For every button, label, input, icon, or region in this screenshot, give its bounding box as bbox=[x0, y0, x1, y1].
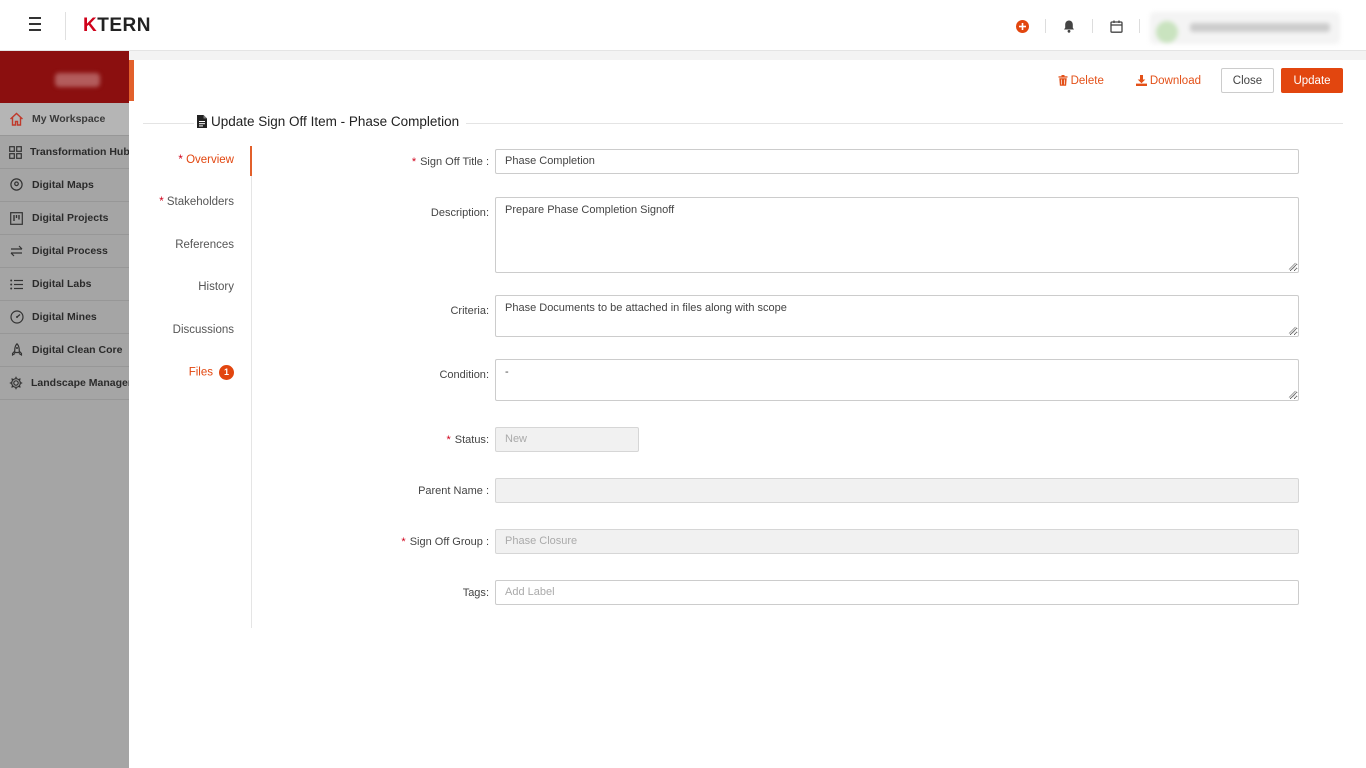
tab-files[interactable]: Files 1 bbox=[189, 365, 234, 380]
grid-icon bbox=[9, 145, 22, 160]
sidebar-item-landscape-management[interactable]: Landscape Management bbox=[0, 367, 129, 400]
sidebar-item-digital-mines[interactable]: Digital Mines bbox=[0, 301, 129, 334]
download-button[interactable]: Download bbox=[1135, 75, 1201, 87]
sidebar-item-digital-process[interactable]: Digital Process bbox=[0, 235, 129, 268]
parent-name-label: Parent Name : bbox=[418, 485, 489, 497]
trash-icon bbox=[1058, 75, 1068, 86]
sidebar-item-digital-maps[interactable]: Digital Maps bbox=[0, 169, 129, 202]
status-label: * Status: bbox=[446, 434, 489, 446]
delete-button[interactable]: Delete bbox=[1058, 75, 1104, 87]
close-button[interactable]: Close bbox=[1221, 68, 1274, 93]
arrows-swap-icon bbox=[9, 244, 24, 259]
top-divider bbox=[65, 12, 66, 40]
tags-input[interactable]: Add Label bbox=[495, 580, 1299, 605]
tab-stakeholders[interactable]: * Stakeholders bbox=[159, 196, 234, 208]
tab-history[interactable]: History bbox=[198, 281, 234, 293]
update-button[interactable]: Update bbox=[1281, 68, 1343, 93]
resize-grip-icon bbox=[1288, 262, 1296, 270]
panel-accent bbox=[129, 60, 134, 101]
action-bar: Delete Download Close Update bbox=[1058, 68, 1343, 93]
active-tab-indicator bbox=[250, 146, 252, 176]
condition-textarea[interactable]: - bbox=[495, 359, 1299, 401]
sidebar-item-digital-clean-core[interactable]: Digital Clean Core bbox=[0, 334, 129, 367]
vertical-tabs: * Overview * Stakeholders References His… bbox=[151, 146, 252, 628]
sidebar: My Workspace Transformation Hub Digital … bbox=[0, 51, 129, 768]
tab-overview[interactable]: * Overview bbox=[178, 154, 234, 166]
resize-grip-icon bbox=[1288, 390, 1296, 398]
gear-icon bbox=[9, 376, 23, 391]
tags-label: Tags: bbox=[462, 587, 489, 599]
criteria-textarea[interactable]: Phase Documents to be attached in files … bbox=[495, 295, 1299, 337]
sign-off-group-label: * Sign Off Group : bbox=[401, 536, 489, 548]
sign-off-panel: Delete Download Close Update Update Sign… bbox=[129, 51, 1366, 768]
ktern-logo[interactable]: KTERN bbox=[83, 15, 151, 37]
rocket-icon bbox=[9, 343, 24, 358]
tab-references[interactable]: References bbox=[175, 239, 234, 251]
kanban-icon bbox=[9, 211, 24, 226]
add-circle-icon[interactable] bbox=[1014, 18, 1030, 34]
sign-off-group-field: Phase Closure bbox=[495, 529, 1299, 554]
description-textarea[interactable]: Prepare Phase Completion Signoff bbox=[495, 197, 1299, 273]
status-field: New bbox=[495, 427, 639, 452]
tab-discussions[interactable]: Discussions bbox=[173, 324, 234, 336]
download-icon bbox=[1135, 75, 1147, 86]
sidebar-item-digital-labs[interactable]: Digital Labs bbox=[0, 268, 129, 301]
gauge-icon bbox=[9, 310, 24, 325]
resize-grip-icon bbox=[1288, 326, 1296, 334]
map-pin-icon bbox=[9, 178, 24, 193]
bell-icon[interactable] bbox=[1061, 18, 1077, 34]
condition-label: Condition: bbox=[439, 369, 489, 381]
files-count-badge: 1 bbox=[219, 365, 234, 380]
hamburger-menu-icon[interactable] bbox=[26, 17, 44, 33]
sign-off-title-label: * Sign Off Title : bbox=[411, 156, 489, 168]
top-bar: KTERN bbox=[0, 0, 1366, 51]
description-label: Description: bbox=[430, 207, 489, 219]
sidebar-banner bbox=[0, 51, 129, 103]
criteria-label: Criteria: bbox=[450, 305, 489, 317]
sidebar-item-my-workspace[interactable]: My Workspace bbox=[0, 103, 129, 136]
sidebar-item-transformation-hub[interactable]: Transformation Hub bbox=[0, 136, 129, 169]
sidebar-item-digital-projects[interactable]: Digital Projects bbox=[0, 202, 129, 235]
top-icons bbox=[1014, 18, 1155, 34]
user-profile[interactable] bbox=[1150, 12, 1340, 44]
list-icon bbox=[9, 277, 24, 292]
parent-name-field bbox=[495, 478, 1299, 503]
document-icon bbox=[197, 115, 207, 128]
calendar-icon[interactable] bbox=[1108, 18, 1124, 34]
sign-off-title-input[interactable]: Phase Completion bbox=[495, 149, 1299, 174]
page-title: Update Sign Off Item - Phase Completion bbox=[194, 114, 467, 129]
home-icon bbox=[9, 112, 24, 127]
